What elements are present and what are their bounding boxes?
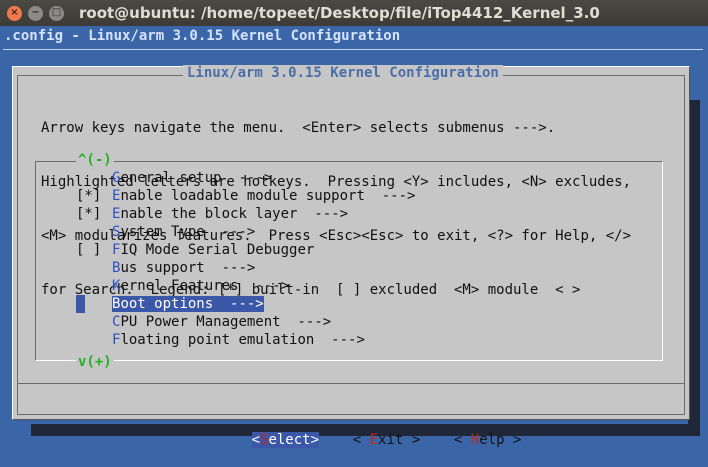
item-label: System Type ---> (112, 224, 255, 240)
menu-item[interactable]: [*] Enable loadable module support ---> (76, 187, 415, 205)
item-checkbox[interactable]: [ ] (76, 241, 112, 259)
menu-item[interactable]: CPU Power Management ---> (76, 313, 415, 331)
menu-item[interactable]: Floating point emulation ---> (76, 331, 415, 349)
config-title: .config - Linux/arm 3.0.15 Kernel Config… (4, 28, 401, 44)
item-label: Kernel Features ---> (112, 278, 289, 294)
item-label: CPU Power Management ---> (112, 314, 331, 330)
help-button[interactable]: < Help > (454, 432, 521, 448)
menu-list: ^(-) General setup ---> [*] Enable loadabl… (35, 152, 663, 370)
close-window-icon[interactable]: × (7, 5, 22, 21)
menu-item[interactable]: Kernel Features ---> (76, 277, 415, 295)
config-dialog: Linux/arm 3.0.15 Kernel Configuration Ar… (12, 65, 690, 448)
item-text: loating point emulation ---> (120, 332, 365, 348)
item-label: Bus support ---> (112, 260, 255, 276)
item-text: ernel Features ---> (120, 278, 290, 294)
scroll-up-indicator[interactable]: ^(-) (76, 152, 114, 168)
menu-item[interactable]: Boot options ---> (76, 295, 415, 313)
scroll-down-indicator[interactable]: v(+) (76, 354, 114, 370)
item-text: oot options ---> (120, 296, 264, 312)
button-divider (17, 383, 685, 384)
item-label: FIQ Mode Serial Debugger (112, 242, 314, 258)
window-titlebar: × − □ root@ubuntu: /home/topeet/Desktop/… (0, 0, 708, 26)
help-line: Arrow keys navigate the menu. <Enter> se… (41, 120, 556, 136)
item-text: nable the block layer ---> (120, 206, 349, 222)
minimize-window-icon[interactable]: − (28, 5, 43, 21)
exit-button[interactable]: < Exit > (353, 432, 420, 448)
menu-items: General setup ---> [*] Enable loadable mod… (76, 169, 415, 349)
item-text: ystem Type ---> (120, 224, 256, 240)
item-label: Enable the block layer ---> (112, 206, 348, 222)
item-text: us support ---> (120, 260, 256, 276)
button-row: <Select> < Exit > < Help > (201, 413, 521, 448)
menu-item[interactable]: General setup ---> (76, 169, 415, 187)
item-label: Floating point emulation ---> (112, 332, 365, 348)
title-divider (3, 49, 703, 50)
window-title: root@ubuntu: /home/topeet/Desktop/file/i… (79, 4, 600, 22)
item-label: Enable loadable module support ---> (112, 188, 415, 204)
item-checkbox[interactable]: [*] (76, 205, 112, 223)
menu-item[interactable]: Bus support ---> (76, 259, 415, 277)
menu-item[interactable]: [ ] FIQ Mode Serial Debugger (76, 241, 415, 259)
item-text: IQ Mode Serial Debugger (120, 242, 315, 258)
select-button[interactable]: <Select> (251, 432, 320, 448)
item-label: Boot options ---> (112, 296, 264, 312)
selection-cursor-gap (85, 295, 94, 313)
menu-item[interactable]: [*] Enable the block layer ---> (76, 205, 415, 223)
terminal-area: .config - Linux/arm 3.0.15 Kernel Config… (0, 26, 708, 450)
item-text: eneral setup ---> (120, 170, 273, 186)
item-label: General setup ---> (112, 170, 272, 186)
item-text: nable loadable module support ---> (120, 188, 416, 204)
item-text: PU Power Management ---> (120, 314, 332, 330)
maximize-window-icon[interactable]: □ (49, 5, 64, 21)
dialog-title: Linux/arm 3.0.15 Kernel Configuration (183, 65, 503, 81)
menu-item[interactable]: System Type ---> (76, 223, 415, 241)
item-checkbox[interactable]: [*] (76, 187, 112, 205)
